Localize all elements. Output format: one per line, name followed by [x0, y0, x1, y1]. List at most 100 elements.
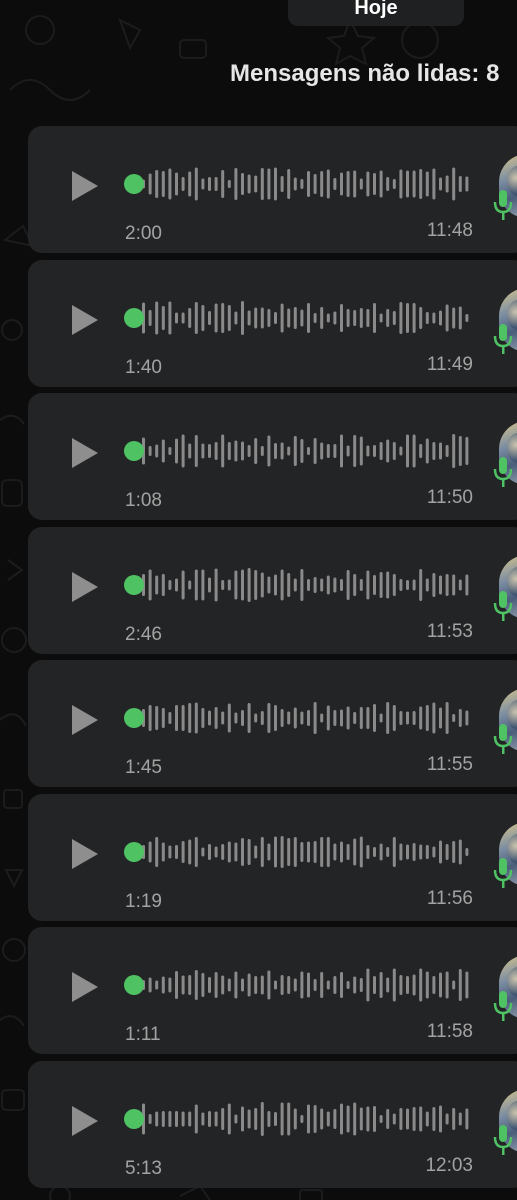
- waveform-bar: [221, 1108, 225, 1130]
- audio-waveform[interactable]: [124, 431, 474, 471]
- voice-message[interactable]: 1:11 11:58: [28, 927, 517, 1054]
- waveform-bar: [188, 703, 192, 733]
- waveform-bar: [458, 579, 462, 591]
- waveform-bar: [227, 442, 231, 460]
- waveform-bar: [373, 173, 376, 195]
- waveform-bar: [208, 444, 211, 458]
- waveform-bar: [194, 569, 198, 601]
- audio-waveform[interactable]: [124, 965, 474, 1005]
- voice-duration: 5:13: [125, 1158, 162, 1179]
- audio-waveform[interactable]: [124, 298, 474, 338]
- playback-position-handle[interactable]: [124, 708, 144, 728]
- playback-position-handle[interactable]: [124, 308, 144, 328]
- waveform-bar: [201, 847, 205, 857]
- waveform-bar: [425, 1111, 429, 1127]
- play-icon[interactable]: [70, 837, 100, 871]
- voice-message[interactable]: 2:46 11:53: [28, 527, 517, 654]
- waveform-bar: [346, 445, 350, 457]
- waveform-bar: [241, 710, 244, 726]
- waveform-bar: [293, 837, 297, 867]
- waveform-bar: [320, 442, 324, 460]
- voice-message[interactable]: 2:00 11:48: [28, 126, 517, 253]
- voice-message[interactable]: 1:40 11:49: [28, 260, 517, 387]
- play-icon[interactable]: [70, 570, 100, 604]
- play-icon[interactable]: [70, 1104, 100, 1138]
- waveform-bar: [194, 970, 198, 1000]
- audio-waveform[interactable]: [124, 832, 474, 872]
- audio-waveform[interactable]: [124, 565, 474, 605]
- audio-waveform[interactable]: [124, 698, 474, 738]
- waveform-bar: [432, 846, 436, 858]
- waveform-bar: [346, 171, 350, 197]
- waveform-bar: [313, 174, 317, 194]
- waveform-bar: [326, 1111, 330, 1127]
- waveform-bar: [293, 1108, 297, 1130]
- waveform-bar: [247, 1109, 251, 1129]
- waveform-bar: [227, 1103, 231, 1135]
- waveform-bar: [307, 579, 310, 591]
- playback-position-handle[interactable]: [124, 174, 144, 194]
- voice-message[interactable]: 1:45 11:55: [28, 660, 517, 787]
- waveform-bar: [320, 578, 324, 592]
- voice-message[interactable]: 1:19 11:56: [28, 794, 517, 921]
- waveform-bar: [439, 840, 442, 864]
- waveform-bar: [313, 979, 317, 991]
- waveform-bar: [386, 439, 390, 463]
- waveform-bar: [188, 443, 192, 459]
- waveform-bar: [425, 171, 429, 197]
- waveform-bar: [274, 312, 277, 324]
- waveform-bar: [326, 169, 330, 199]
- waveform-bar: [452, 434, 456, 468]
- waveform-bar: [214, 177, 218, 191]
- waveform-bar: [333, 444, 337, 458]
- play-icon[interactable]: [70, 970, 100, 1004]
- waveform-bar: [353, 838, 357, 866]
- play-icon[interactable]: [70, 703, 100, 737]
- voice-duration: 1:45: [125, 757, 162, 778]
- playback-position-handle[interactable]: [124, 842, 144, 862]
- waveform-bar: [300, 179, 304, 189]
- waveform-bar: [326, 444, 330, 458]
- playback-position-handle[interactable]: [124, 441, 144, 461]
- microphone-icon: [493, 457, 513, 487]
- waveform-bar: [254, 307, 258, 329]
- waveform-bar: [419, 444, 423, 458]
- waveform-bar: [247, 310, 251, 326]
- waveform-bar: [280, 1102, 284, 1136]
- waveform-bar: [406, 844, 409, 860]
- waveform-bar: [175, 705, 178, 731]
- waveform-bar: [366, 968, 370, 1002]
- microphone-icon: [493, 591, 513, 621]
- waveform-bar: [340, 304, 343, 332]
- waveform-bar: [359, 178, 363, 190]
- audio-waveform[interactable]: [124, 164, 474, 204]
- waveform-bar: [161, 171, 165, 197]
- waveform-bar: [194, 435, 198, 467]
- waveform-bar: [439, 972, 442, 998]
- waveform-bar: [307, 171, 310, 197]
- voice-message[interactable]: 1:08 11:50: [28, 393, 517, 520]
- playback-position-handle[interactable]: [124, 1109, 144, 1129]
- waveform-bar: [274, 443, 277, 459]
- waveform-bar: [445, 304, 449, 332]
- play-icon[interactable]: [70, 169, 100, 203]
- waveform-bar: [280, 569, 284, 601]
- waveform-bar: [194, 167, 198, 201]
- waveform-bar: [148, 446, 152, 456]
- waveform-bar: [366, 845, 370, 859]
- waveform-bar: [340, 1103, 343, 1135]
- voice-duration: 2:46: [125, 624, 162, 645]
- waveform-bar: [214, 442, 218, 460]
- waveform-bar: [458, 306, 462, 330]
- waveform-bar: [432, 1107, 436, 1131]
- play-icon[interactable]: [70, 436, 100, 470]
- voice-message[interactable]: 5:13 12:03: [28, 1061, 517, 1188]
- message-time: 11:58: [426, 1021, 473, 1042]
- playback-position-handle[interactable]: [124, 575, 144, 595]
- play-icon[interactable]: [70, 303, 100, 337]
- audio-waveform[interactable]: [124, 1099, 474, 1139]
- playback-position-handle[interactable]: [124, 975, 144, 995]
- waveform-bar: [287, 1102, 291, 1136]
- waveform-bar: [373, 575, 376, 595]
- waveform-bar: [280, 442, 284, 460]
